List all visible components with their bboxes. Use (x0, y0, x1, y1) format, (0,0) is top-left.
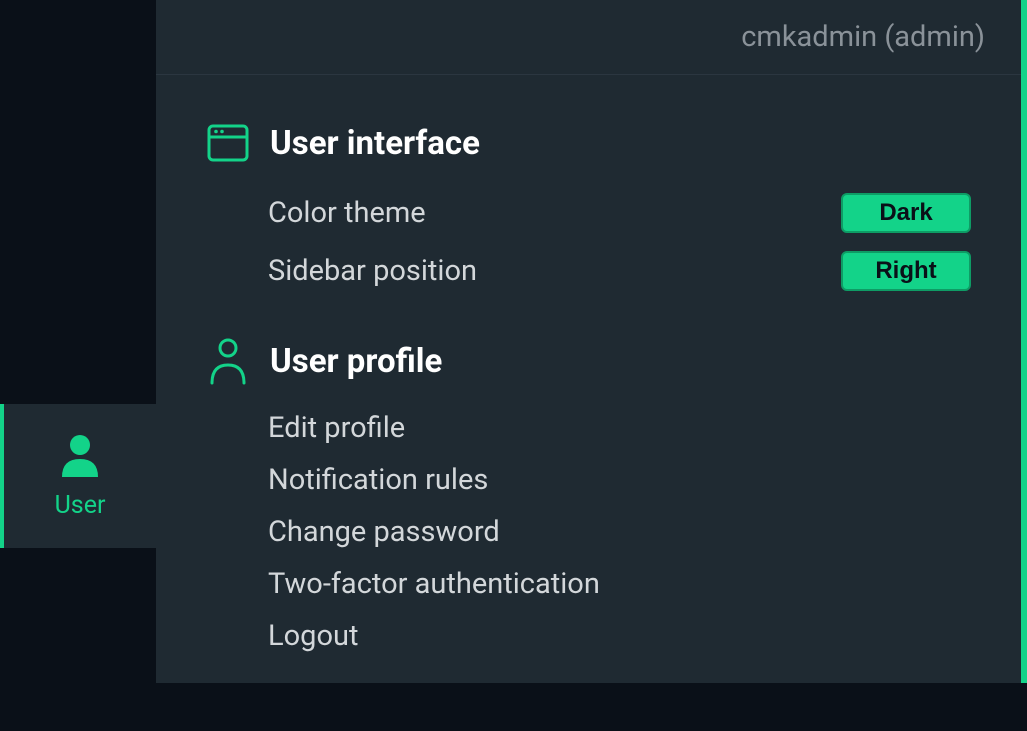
setting-row-sidebar-position: Sidebar position Right (268, 251, 971, 291)
setting-row-color-theme: Color theme Dark (268, 193, 971, 233)
sidebar-item-label: User (55, 491, 106, 520)
setting-label-sidebar-position: Sidebar position (268, 254, 477, 288)
window-icon (206, 121, 250, 165)
link-two-factor[interactable]: Two-factor authentication (268, 567, 971, 601)
header: cmkadmin (admin) (156, 0, 1021, 75)
section-header-ui: User interface (206, 121, 971, 165)
color-theme-toggle[interactable]: Dark (841, 193, 971, 233)
sidebar: User (0, 0, 156, 683)
sidebar-position-toggle[interactable]: Right (841, 251, 971, 291)
main-panel: cmkadmin (admin) User interface Color th… (156, 0, 1027, 683)
section-user-profile: User profile Edit profile Notification r… (206, 339, 971, 653)
ui-settings-rows: Color theme Dark Sidebar position Right (206, 193, 971, 291)
link-logout[interactable]: Logout (268, 619, 971, 653)
setting-label-color-theme: Color theme (268, 196, 426, 230)
section-user-interface: User interface Color theme Dark Sidebar … (206, 121, 971, 291)
sidebar-item-user[interactable]: User (0, 404, 156, 548)
section-header-profile: User profile (206, 339, 971, 383)
profile-links: Edit profile Notification rules Change p… (206, 411, 971, 653)
link-change-password[interactable]: Change password (268, 515, 971, 549)
content: User interface Color theme Dark Sidebar … (156, 75, 1021, 731)
link-notification-rules[interactable]: Notification rules (268, 463, 971, 497)
section-title-profile: User profile (270, 342, 442, 381)
link-edit-profile[interactable]: Edit profile (268, 411, 971, 445)
profile-icon (206, 339, 250, 383)
header-user-label: cmkadmin (admin) (741, 20, 985, 54)
section-title-ui: User interface (270, 124, 480, 163)
user-icon (60, 433, 100, 481)
